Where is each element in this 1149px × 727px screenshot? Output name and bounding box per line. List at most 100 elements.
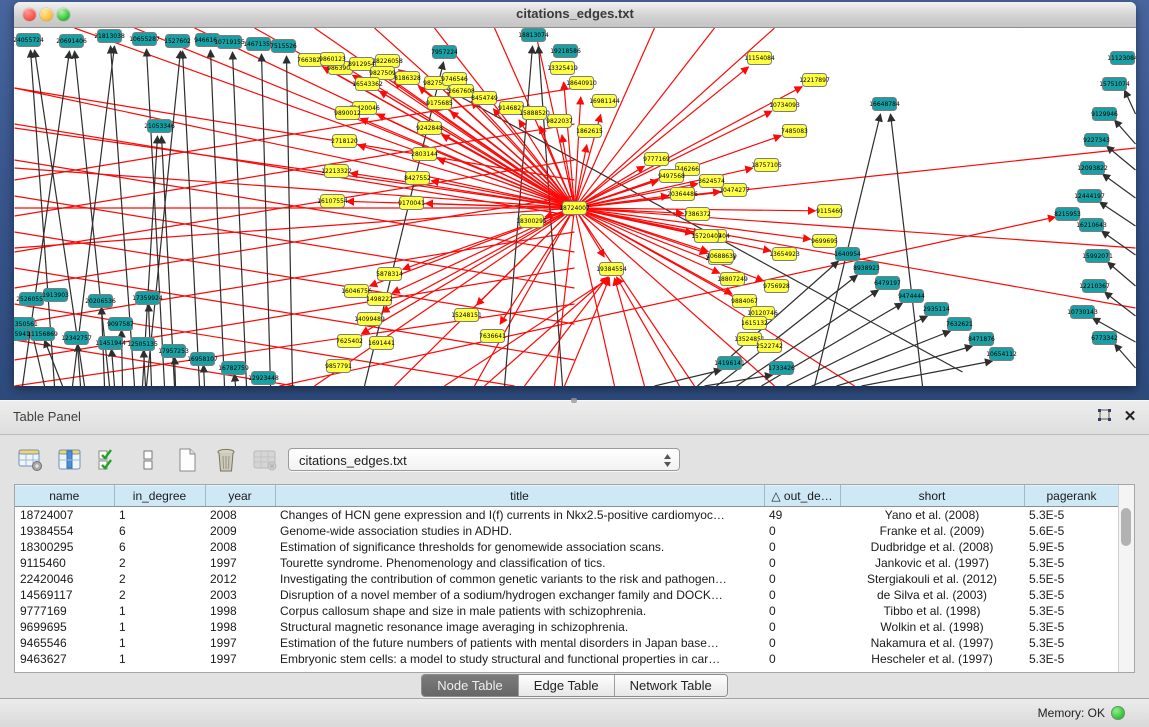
table-cell[interactable]: 5.6E-5 (1024, 523, 1119, 539)
table-row[interactable]: 911546021997Tourette syndrome. Phenomeno… (15, 555, 1119, 571)
new-column-button[interactable] (172, 445, 202, 475)
delete-column-button[interactable] (211, 445, 241, 475)
graph-node[interactable]: 12210367 (1079, 280, 1110, 293)
graph-node[interactable]: 12505135 (127, 338, 158, 351)
graph-node[interactable]: 16543362 (352, 78, 383, 91)
graph-node[interactable]: 1527602 (164, 35, 191, 48)
graph-node[interactable]: 15720407 (691, 230, 722, 243)
graph-node[interactable]: 17359924 (132, 292, 163, 305)
table-cell[interactable]: 6 (114, 539, 205, 555)
table-cell[interactable]: 1 (114, 507, 205, 524)
table-cell[interactable]: 1 (114, 603, 205, 619)
graph-node[interactable]: 9227343 (1083, 134, 1110, 147)
network-window[interactable]: citations_edges.txt 18724007240557242069… (14, 2, 1136, 386)
graph-node[interactable]: 1498222 (366, 293, 393, 306)
table-row[interactable]: 1456911722003Disruption of a novel membe… (15, 587, 1119, 603)
tab-node-table[interactable]: Node Table (422, 675, 518, 696)
table-cell[interactable]: 1 (114, 619, 205, 635)
column-header-in_degree[interactable]: in_degree (114, 486, 205, 507)
table-row[interactable]: 1830029562008Estimation of significance … (15, 539, 1119, 555)
table-row[interactable]: 1938455462009Genome-wide association stu… (15, 523, 1119, 539)
checkbox-list-button[interactable] (133, 445, 163, 475)
table-cell[interactable]: 0 (764, 651, 840, 667)
graph-node[interactable]: 8215953 (1054, 208, 1081, 221)
graph-node[interactable]: 9175685 (426, 97, 453, 110)
table-cell[interactable]: 2003 (205, 587, 275, 603)
table-cell[interactable]: Stergiakouli et al. (2012) (840, 571, 1024, 587)
scrollbar-thumb[interactable] (1121, 508, 1131, 546)
graph-node[interactable]: 18226058 (372, 55, 403, 68)
table-cell[interactable]: 5.3E-5 (1024, 603, 1119, 619)
graph-node[interactable]: 1862615 (576, 125, 603, 138)
graph-node[interactable]: 16782759 (218, 362, 249, 375)
network-canvas[interactable]: 1872400724055724206914062181303810655287… (14, 28, 1136, 386)
graph-node[interactable]: 8427552 (404, 172, 431, 185)
table-cell[interactable]: 0 (764, 587, 840, 603)
graph-node[interactable]: 12213322 (321, 165, 352, 178)
table-cell[interactable]: 1 (114, 651, 205, 667)
graph-node[interactable]: 1913903 (42, 289, 69, 302)
graph-node[interactable]: 20364486 (667, 188, 698, 201)
graph-node[interactable]: 16981144 (589, 95, 620, 108)
graph-node[interactable]: 18807249 (717, 273, 748, 286)
table-cell[interactable]: de Silva et al. (2003) (840, 587, 1024, 603)
table-cell[interactable]: 49 (764, 507, 840, 524)
table-cell[interactable]: 9463627 (15, 651, 114, 667)
table-cell[interactable]: Jankovic et al. (1997) (840, 555, 1024, 571)
table-cell[interactable]: 1997 (205, 651, 275, 667)
table-cell[interactable]: Tibbo et al. (1998) (840, 603, 1024, 619)
table-cell[interactable]: 5.3E-5 (1024, 651, 1119, 667)
table-cell[interactable]: Estimation of significance thresholds fo… (275, 539, 764, 555)
table-cell[interactable]: Genome-wide association studies in ADHD. (275, 523, 764, 539)
graph-node[interactable]: 9822037 (546, 115, 573, 128)
graph-node[interactable]: 11123084 (1107, 52, 1136, 65)
graph-node[interactable]: 9474444 (898, 290, 925, 303)
graph-node[interactable]: 12093822 (1077, 162, 1108, 175)
table-row[interactable]: 946362711997Embryonic stem cells: a mode… (15, 651, 1119, 667)
graph-node[interactable]: 9699695 (811, 235, 838, 248)
graph-node[interactable]: 14099489 (354, 313, 385, 326)
tab-network-table[interactable]: Network Table (614, 675, 727, 696)
table-cell[interactable]: Dudbridge et al. (2008) (840, 539, 1024, 555)
graph-node[interactable]: 3624574 (698, 175, 725, 188)
graph-node[interactable]: 9170041 (398, 197, 425, 210)
table-cell[interactable]: 1998 (205, 619, 275, 635)
graph-node[interactable]: 17957253 (158, 345, 189, 358)
graph-node[interactable]: 20206536 (85, 295, 116, 308)
table-cell[interactable]: 2 (114, 555, 205, 571)
table-cell[interactable]: 0 (764, 555, 840, 571)
graph-node[interactable]: 15751074 (1099, 78, 1130, 91)
graph-node[interactable]: 14196141 (714, 357, 745, 370)
graph-node[interactable]: 16107554 (317, 195, 348, 208)
table-cell[interactable]: Embryonic stem cells: a model to study s… (275, 651, 764, 667)
graph-node[interactable]: 9129946 (1091, 108, 1118, 121)
table-row[interactable]: 946554611997Estimation of the future num… (15, 635, 1119, 651)
table-cell[interactable]: 5.3E-5 (1024, 507, 1119, 524)
graph-node[interactable]: 1691441 (368, 337, 395, 350)
graph-node[interactable]: 2935114 (923, 303, 950, 316)
graph-node[interactable]: 9746546 (441, 73, 468, 86)
graph-node[interactable]: 18813074 (518, 29, 549, 42)
graph-node[interactable]: 20691406 (56, 35, 87, 48)
table-cell[interactable]: Corpus callosum shape and size in male p… (275, 603, 764, 619)
table-cell[interactable]: 9115460 (15, 555, 114, 571)
graph-node[interactable]: 12342757 (61, 332, 92, 345)
table-cell[interactable]: 5.3E-5 (1024, 635, 1119, 651)
graph-node[interactable]: 10730143 (1067, 306, 1098, 319)
graph-node[interactable]: 9097587 (107, 318, 134, 331)
table-cell[interactable]: 6 (114, 523, 205, 539)
table-cell[interactable]: Disruption of a novel member of a sodium… (275, 587, 764, 603)
graph-node[interactable]: 21813038 (94, 30, 125, 43)
table-cell[interactable]: Nakamura et al. (1997) (840, 635, 1024, 651)
graph-node[interactable]: 8186328 (394, 72, 421, 85)
graph-node[interactable]: 16648784 (869, 98, 900, 111)
table-cell[interactable]: 1997 (205, 635, 275, 651)
graph-node[interactable]: 6773342 (1091, 332, 1118, 345)
graph-node[interactable]: 15248151 (451, 309, 482, 322)
table-cell[interactable]: 9465546 (15, 635, 114, 651)
graph-node[interactable]: 16210643 (1076, 219, 1107, 232)
close-panel-icon[interactable]: ✕ (1121, 408, 1139, 426)
table-row[interactable]: 977716911998Corpus callosum shape and si… (15, 603, 1119, 619)
graph-node[interactable]: 12444197 (1074, 190, 1105, 203)
graph-node[interactable]: 24055724 (14, 34, 44, 47)
